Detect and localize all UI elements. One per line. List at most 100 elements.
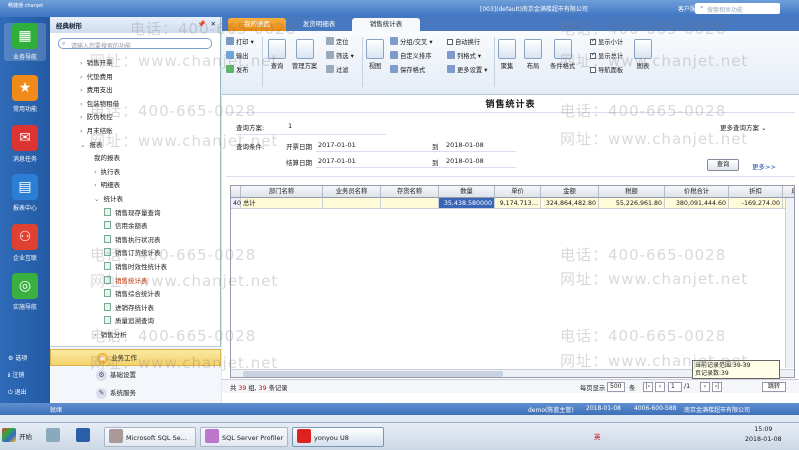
tab-sales-statistics[interactable]: 销售统计表: [352, 18, 420, 31]
print-button[interactable]: 打印 ▾: [226, 37, 254, 46]
chevron-right-icon[interactable]: ›: [80, 113, 83, 121]
chevron-right-icon[interactable]: ›: [80, 127, 83, 135]
save-format-button[interactable]: 保存格式: [390, 65, 425, 74]
column-header[interactable]: 税额: [599, 186, 665, 198]
exit-button[interactable]: ⏻ 退出: [8, 387, 27, 397]
table-cell[interactable]: 35,438.580000: [439, 198, 495, 209]
tree-item[interactable]: 质量追溯查询: [104, 315, 154, 328]
system-clock[interactable]: 15:09 2018-01-08: [745, 425, 782, 445]
taskbar-sql-server[interactable]: Microsoft SQL Se...: [104, 427, 196, 447]
left-item-messages[interactable]: ✉ 消息任务: [4, 125, 46, 163]
custom-sort-button[interactable]: 自定义排序: [390, 51, 431, 60]
per-page-input[interactable]: 500: [607, 382, 625, 392]
tree-item[interactable]: › 代垫费用: [80, 71, 113, 84]
column-header[interactable]: 存货名称: [381, 186, 439, 198]
left-item-implementation-nav[interactable]: ◎ 实施导航: [4, 273, 46, 311]
checkbox[interactable]: [590, 51, 596, 59]
tree-item[interactable]: › 执行表: [94, 166, 120, 179]
locate-button[interactable]: 定位: [326, 37, 349, 46]
quicklaunch-computer[interactable]: [46, 427, 63, 447]
chevron-right-icon[interactable]: ›: [80, 73, 83, 81]
more-plans-dropdown[interactable]: 更多查询方案 ⌄: [720, 122, 767, 132]
table-cell[interactable]: 380,091,444.60: [665, 198, 729, 209]
open-date-to-field[interactable]: 2018-01-08: [446, 141, 484, 149]
quicklaunch-powershell[interactable]: [76, 427, 93, 447]
nav-search-input[interactable]: ⌕ 请输入您要搜索的功能: [58, 38, 212, 50]
filter-button[interactable]: 筛选 ▾: [326, 51, 354, 60]
query-button[interactable]: 查询: [268, 39, 286, 70]
checkbox[interactable]: [590, 67, 596, 73]
tree-item[interactable]: 我的报表: [94, 152, 120, 165]
close-icon[interactable]: ✕: [211, 20, 216, 28]
ime-indicator[interactable]: 英: [594, 427, 601, 447]
column-header[interactable]: 部门名称: [241, 186, 323, 198]
tree-item[interactable]: 销售现存量查询: [104, 207, 161, 220]
filter2-button[interactable]: 过滤: [326, 65, 349, 74]
page-number-input[interactable]: 1: [668, 382, 682, 392]
gather-button[interactable]: 聚集: [498, 39, 516, 70]
prev-page-button[interactable]: ‹: [655, 382, 665, 392]
table-cell[interactable]: -169,274.00: [729, 198, 783, 209]
tree-item[interactable]: › 防伪税控: [80, 111, 113, 124]
guide-panel-checkbox[interactable]: 导航面板: [590, 65, 623, 74]
chevron-right-icon[interactable]: ›: [94, 331, 97, 339]
chevron-down-icon[interactable]: ⌄: [94, 195, 99, 203]
column-header[interactable]: 金额: [541, 186, 599, 198]
tree-item[interactable]: › 包装物租借: [80, 98, 119, 111]
output-button[interactable]: 输出: [226, 51, 249, 60]
column-format-button[interactable]: 列格式 ▾: [447, 51, 481, 60]
tree-item[interactable]: 销售执行状况表: [104, 234, 161, 247]
taskbar-yonyou-u8[interactable]: yonyou U8: [292, 427, 384, 447]
settle-date-to-field[interactable]: 2018-01-08: [446, 157, 484, 165]
jump-button[interactable]: 跳转: [762, 382, 786, 392]
column-header[interactable]: 成: [783, 186, 794, 198]
group-system-service[interactable]: ✎ 系统服务: [50, 385, 221, 402]
taskbar-sql-profiler[interactable]: SQL Server Profiler: [200, 427, 288, 447]
query-submit-button[interactable]: 查询: [707, 159, 739, 171]
view-button[interactable]: 视图: [366, 39, 384, 70]
tree-item[interactable]: ⌄ 统计表: [94, 193, 123, 206]
tree-item[interactable]: › 费用支出: [80, 84, 113, 97]
tree-item[interactable]: 销售综合统计表: [104, 288, 161, 301]
logout-button[interactable]: ℹ 注销: [8, 370, 24, 379]
pin-icon[interactable]: 📌: [198, 20, 206, 28]
condition-format-button[interactable]: 条件格式: [550, 39, 575, 70]
manage-plan-button[interactable]: 管理方案: [292, 39, 317, 70]
first-page-button[interactable]: |‹: [643, 382, 653, 392]
tree-item[interactable]: › 销售开票: [80, 57, 113, 70]
last-page-button[interactable]: ›|: [712, 382, 722, 392]
column-header[interactable]: 业务员名称: [323, 186, 381, 198]
layout-button[interactable]: 布局: [524, 39, 542, 70]
table-cell[interactable]: 55,226,961.80: [599, 198, 665, 209]
tree-item[interactable]: › 明细表: [94, 179, 120, 192]
next-page-button[interactable]: ›: [700, 382, 710, 392]
group-business-work[interactable]: ▣ 业务工作: [50, 349, 221, 366]
chevron-right-icon[interactable]: ›: [80, 59, 83, 67]
more-conditions-link[interactable]: 更多>>: [752, 161, 776, 171]
grid-vertical-scrollbar[interactable]: [785, 198, 794, 368]
table-cell[interactable]: 9,174.713…: [495, 198, 541, 209]
group-basic-settings[interactable]: ⚙ 基础设置: [50, 367, 221, 384]
more-settings-button[interactable]: 更多设置 ▾: [447, 65, 487, 74]
left-item-common-functions[interactable]: ★ 常用功能: [4, 75, 46, 113]
checkbox[interactable]: [590, 37, 596, 45]
auto-wrap-checkbox[interactable]: 自动换行: [447, 37, 480, 46]
chevron-right-icon[interactable]: ›: [80, 86, 83, 94]
table-cell[interactable]: 324,864,482.80: [541, 198, 599, 209]
tree-item[interactable]: 销售订货统计表: [104, 247, 161, 260]
group-cross-button[interactable]: 分组/交叉 ▾: [390, 37, 432, 46]
chevron-right-icon[interactable]: ›: [94, 181, 97, 189]
tree-item[interactable]: › 月末结账: [80, 125, 113, 138]
options-button[interactable]: ⚙ 选项: [8, 353, 27, 362]
function-search-input[interactable]: 搜索相关功能: [695, 3, 780, 14]
left-item-enterprise-connect[interactable]: ⚇ 企业互联: [4, 224, 46, 262]
table-cell[interactable]: 总计: [241, 198, 323, 209]
open-date-from-field[interactable]: 2017-01-01: [318, 141, 356, 149]
chevron-down-icon[interactable]: ⌄: [80, 141, 85, 149]
checkbox[interactable]: [447, 39, 453, 45]
tab-delivery-detail[interactable]: 发货明细表: [290, 18, 348, 31]
publish-button[interactable]: 发布: [226, 65, 249, 74]
left-item-business-nav[interactable]: ▦ 业务导航: [4, 23, 46, 61]
show-subtotal-checkbox[interactable]: 显示小计: [590, 37, 623, 46]
column-header[interactable]: 数量: [439, 186, 495, 198]
